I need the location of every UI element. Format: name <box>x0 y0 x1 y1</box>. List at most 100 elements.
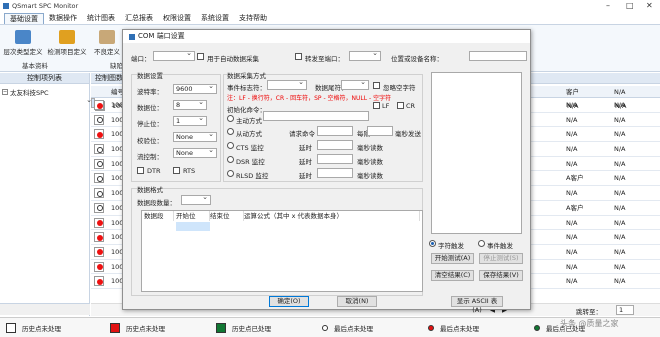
dsr-radio[interactable] <box>227 156 234 163</box>
passive-mode-radio[interactable] <box>227 128 234 135</box>
legend-circle-icon <box>428 325 434 331</box>
legend-item: 历史点未处理 <box>6 323 61 333</box>
device-name-label: 位置或设备名称： <box>391 55 443 63</box>
row-extra: N/A <box>614 203 626 212</box>
tab-data-ops[interactable]: 数据操作 <box>44 13 82 24</box>
lf-label: LF <box>382 102 390 110</box>
grid-selected-cell[interactable] <box>176 222 210 231</box>
row-extra: N/A <box>614 174 626 183</box>
maximize-icon[interactable]: □ <box>626 1 634 10</box>
status-indicator-icon <box>94 202 104 213</box>
rlsd-label: RLSD 监控 <box>236 172 269 180</box>
event-flag-select[interactable] <box>267 78 307 90</box>
ignore-blank-checkbox[interactable] <box>373 82 380 89</box>
cr-checkbox[interactable] <box>397 102 404 109</box>
defect-define-button[interactable]: 不良定义 <box>92 28 122 60</box>
baud-select[interactable]: 9600 <box>173 82 217 94</box>
auto-detect-label: 用于自动数据采集 <box>207 55 259 63</box>
field-count-select[interactable] <box>181 193 211 205</box>
tab-basic-settings[interactable]: 基础设置 <box>4 13 44 24</box>
rlsd-delay-input[interactable] <box>317 168 353 178</box>
inspection-item-button[interactable]: 检测项目定义 <box>46 28 88 60</box>
status-indicator-icon <box>94 173 104 184</box>
flow-select[interactable]: None <box>173 146 217 158</box>
left-scrollbar[interactable] <box>0 303 90 315</box>
row-customer: N/A <box>566 115 578 124</box>
parity-label: 校验位： <box>137 137 163 145</box>
tab-charts[interactable]: 统计图表 <box>82 13 120 24</box>
collect-group-label: 数据采集方式 <box>227 70 266 80</box>
row-customer: N/A <box>566 277 578 286</box>
format-group-label: 数据格式 <box>137 184 163 194</box>
parity-select[interactable]: None <box>173 130 217 142</box>
device-name-input[interactable] <box>469 51 527 61</box>
legend-label: 历史点已处理 <box>232 325 271 333</box>
col-customer[interactable]: 客户 <box>566 86 579 98</box>
page-input[interactable]: 1 <box>616 305 634 315</box>
tab-system[interactable]: 系统设置 <box>196 13 234 24</box>
char-trigger-radio[interactable] <box>429 240 436 247</box>
request-cmd-label: 请求命令 <box>289 130 315 138</box>
row-customer: N/A <box>566 159 578 168</box>
legend-item: 历史点已处理 <box>216 323 271 333</box>
minimize-icon[interactable]: – <box>606 1 610 10</box>
status-indicator-icon <box>94 246 104 257</box>
data-end-select[interactable] <box>341 78 369 90</box>
request-cmd-input[interactable] <box>317 126 353 136</box>
cts-delay-input[interactable] <box>317 140 353 150</box>
rlsd-radio[interactable] <box>227 170 234 177</box>
ok-button[interactable]: 确定(O) <box>269 296 309 307</box>
hint-text: 注：LF - 换行符，CR - 回车符，SP - 空格符，NULL - 空字符 <box>227 95 392 102</box>
databits-label: 数据位： <box>137 104 163 112</box>
lf-checkbox[interactable] <box>373 102 380 109</box>
status-indicator-icon <box>94 144 104 155</box>
tab-permissions[interactable]: 权限设置 <box>158 13 196 24</box>
forward-port-select[interactable] <box>349 49 381 61</box>
clear-result-button[interactable]: 清空结果(C) <box>431 270 474 281</box>
active-mode-radio[interactable] <box>227 115 234 122</box>
init-cmd-input[interactable] <box>263 111 369 121</box>
stopbits-label: 停止位： <box>137 120 163 128</box>
legend-label: 最后点未处理 <box>334 325 373 333</box>
receive-textarea[interactable] <box>431 72 522 234</box>
row-extra: N/A <box>614 247 626 256</box>
grid-col-start: 开始位 <box>176 211 210 221</box>
expand-icon[interactable]: − <box>2 89 8 95</box>
save-result-button[interactable]: 保存结果(V) <box>479 270 523 281</box>
row-extra: N/A <box>614 145 626 154</box>
auto-detect-checkbox[interactable] <box>197 53 204 60</box>
tab-reports[interactable]: 汇总报表 <box>120 13 158 24</box>
group-basic: 基本资料 <box>22 62 48 70</box>
interval-input[interactable] <box>367 126 393 136</box>
grid-col-segment: 数据段 <box>144 211 174 221</box>
port-select[interactable] <box>153 49 195 61</box>
close-icon[interactable]: ✕ <box>646 1 653 10</box>
status-indicator-icon <box>94 232 104 243</box>
databits-select[interactable]: 8 <box>173 98 207 110</box>
ascii-table-button[interactable]: 显示 ASCII 表(A) <box>451 296 503 314</box>
cr-label: CR <box>406 102 416 110</box>
status-indicator-icon <box>94 276 104 287</box>
dsr-delay-input[interactable] <box>317 154 353 164</box>
baud-label: 波特率： <box>137 88 163 96</box>
tab-help[interactable]: 支持帮助 <box>234 13 272 24</box>
col-extra[interactable]: N/A <box>614 86 626 98</box>
forward-checkbox[interactable] <box>295 53 302 60</box>
row-extra: N/A <box>614 159 626 168</box>
dtr-checkbox[interactable] <box>137 167 144 174</box>
rts-checkbox[interactable] <box>173 167 180 174</box>
stop-test-button[interactable]: 停止测试(S) <box>479 253 523 264</box>
hierarchy-type-button[interactable]: 层次类型定义 <box>2 28 44 60</box>
format-grid[interactable]: 数据段 开始位 结束位 运算公式（其中 x 代表数据本身） <box>141 210 423 292</box>
tree-root[interactable]: − 太友科技SPC <box>0 84 89 100</box>
legend-item: 最后点未处理 <box>322 323 373 333</box>
start-test-button[interactable]: 开始测试(A) <box>431 253 474 264</box>
jump-label: 跳转至： <box>576 308 602 316</box>
stopbits-select[interactable]: 1 <box>173 114 207 126</box>
status-indicator-icon <box>94 114 104 125</box>
row-extra: N/A <box>614 115 626 124</box>
rts-label: RTS <box>183 167 196 175</box>
cts-radio[interactable] <box>227 142 234 149</box>
event-trigger-radio[interactable] <box>478 240 485 247</box>
cancel-button[interactable]: 取消(N) <box>337 296 377 307</box>
